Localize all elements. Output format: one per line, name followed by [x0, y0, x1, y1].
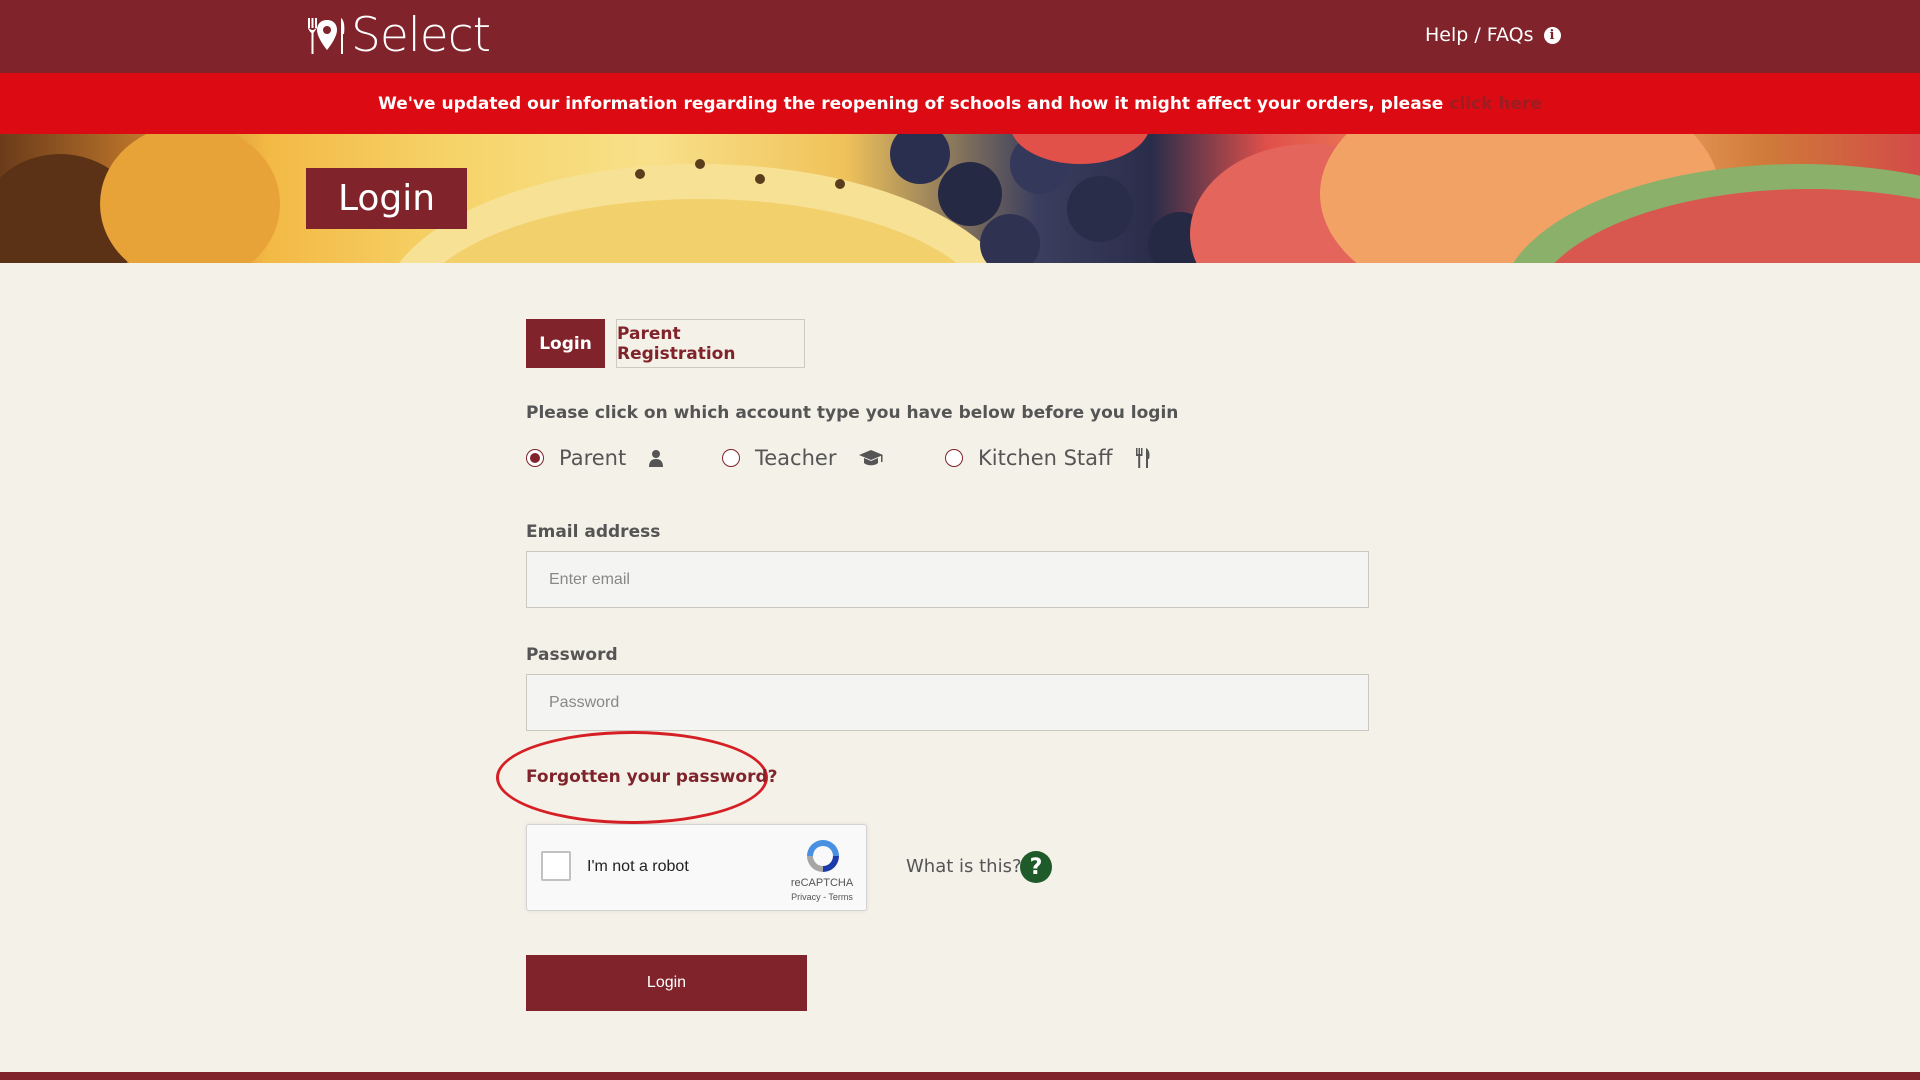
top-header: Select Help / FAQs i: [0, 0, 1920, 73]
fork-pin-knife-icon: [308, 18, 345, 54]
radio-kitchen-staff[interactable]: Kitchen Staff: [945, 446, 1153, 470]
question-mark-icon[interactable]: ?: [1020, 851, 1052, 883]
alert-click-here-link[interactable]: click here: [1449, 94, 1542, 114]
recaptcha-label: I'm not a robot: [587, 858, 689, 875]
info-icon: i: [1543, 26, 1561, 44]
recaptcha-checkbox[interactable]: [541, 851, 571, 881]
logo[interactable]: Select: [305, 8, 491, 63]
email-label: Email address: [526, 522, 661, 542]
recaptcha-brand: reCAPTCHA: [790, 877, 854, 889]
radio-parent[interactable]: Parent: [526, 446, 666, 470]
forgot-password-link[interactable]: Forgotten your password?: [526, 767, 777, 787]
recaptcha-privacy-terms[interactable]: Privacy - Terms: [777, 892, 867, 902]
radio-kitchen-staff-label: Kitchen Staff: [978, 446, 1113, 470]
password-label: Password: [526, 645, 618, 665]
help-faqs-label: Help / FAQs: [1425, 24, 1534, 46]
graduation-cap-icon: [858, 448, 884, 468]
utensils-icon: [1133, 448, 1153, 468]
radio-button[interactable]: [722, 449, 740, 467]
password-field[interactable]: Password: [526, 674, 1369, 731]
hero-banner: Login: [0, 134, 1920, 263]
radio-teacher-label: Teacher: [755, 446, 837, 470]
radio-button[interactable]: [945, 449, 963, 467]
tab-login[interactable]: Login: [526, 319, 605, 368]
recaptcha-widget: I'm not a robot reCAPTCHA Privacy - Term…: [526, 824, 867, 911]
tab-parent-registration[interactable]: Parent Registration: [616, 319, 805, 368]
radio-teacher[interactable]: Teacher: [722, 446, 884, 470]
account-type-instruction: Please click on which account type you h…: [526, 403, 1179, 423]
recaptcha-logo-icon: [807, 840, 839, 872]
user-icon: [646, 448, 666, 468]
fruit-background-image: [0, 134, 1920, 263]
login-button[interactable]: Login: [526, 955, 807, 1011]
alert-message: We've updated our information regarding …: [378, 93, 1444, 114]
radio-button[interactable]: [526, 449, 544, 467]
help-faqs-link[interactable]: Help / FAQs i: [1425, 24, 1561, 46]
alert-banner: We've updated our information regarding …: [0, 73, 1920, 134]
email-field[interactable]: Enter email: [526, 551, 1369, 608]
page-title: Login: [306, 168, 467, 229]
what-is-this-label: What is this?: [906, 856, 1022, 877]
footer-bar: [0, 1072, 1920, 1080]
radio-parent-label: Parent: [559, 446, 627, 470]
logo-text: Select: [351, 8, 491, 63]
